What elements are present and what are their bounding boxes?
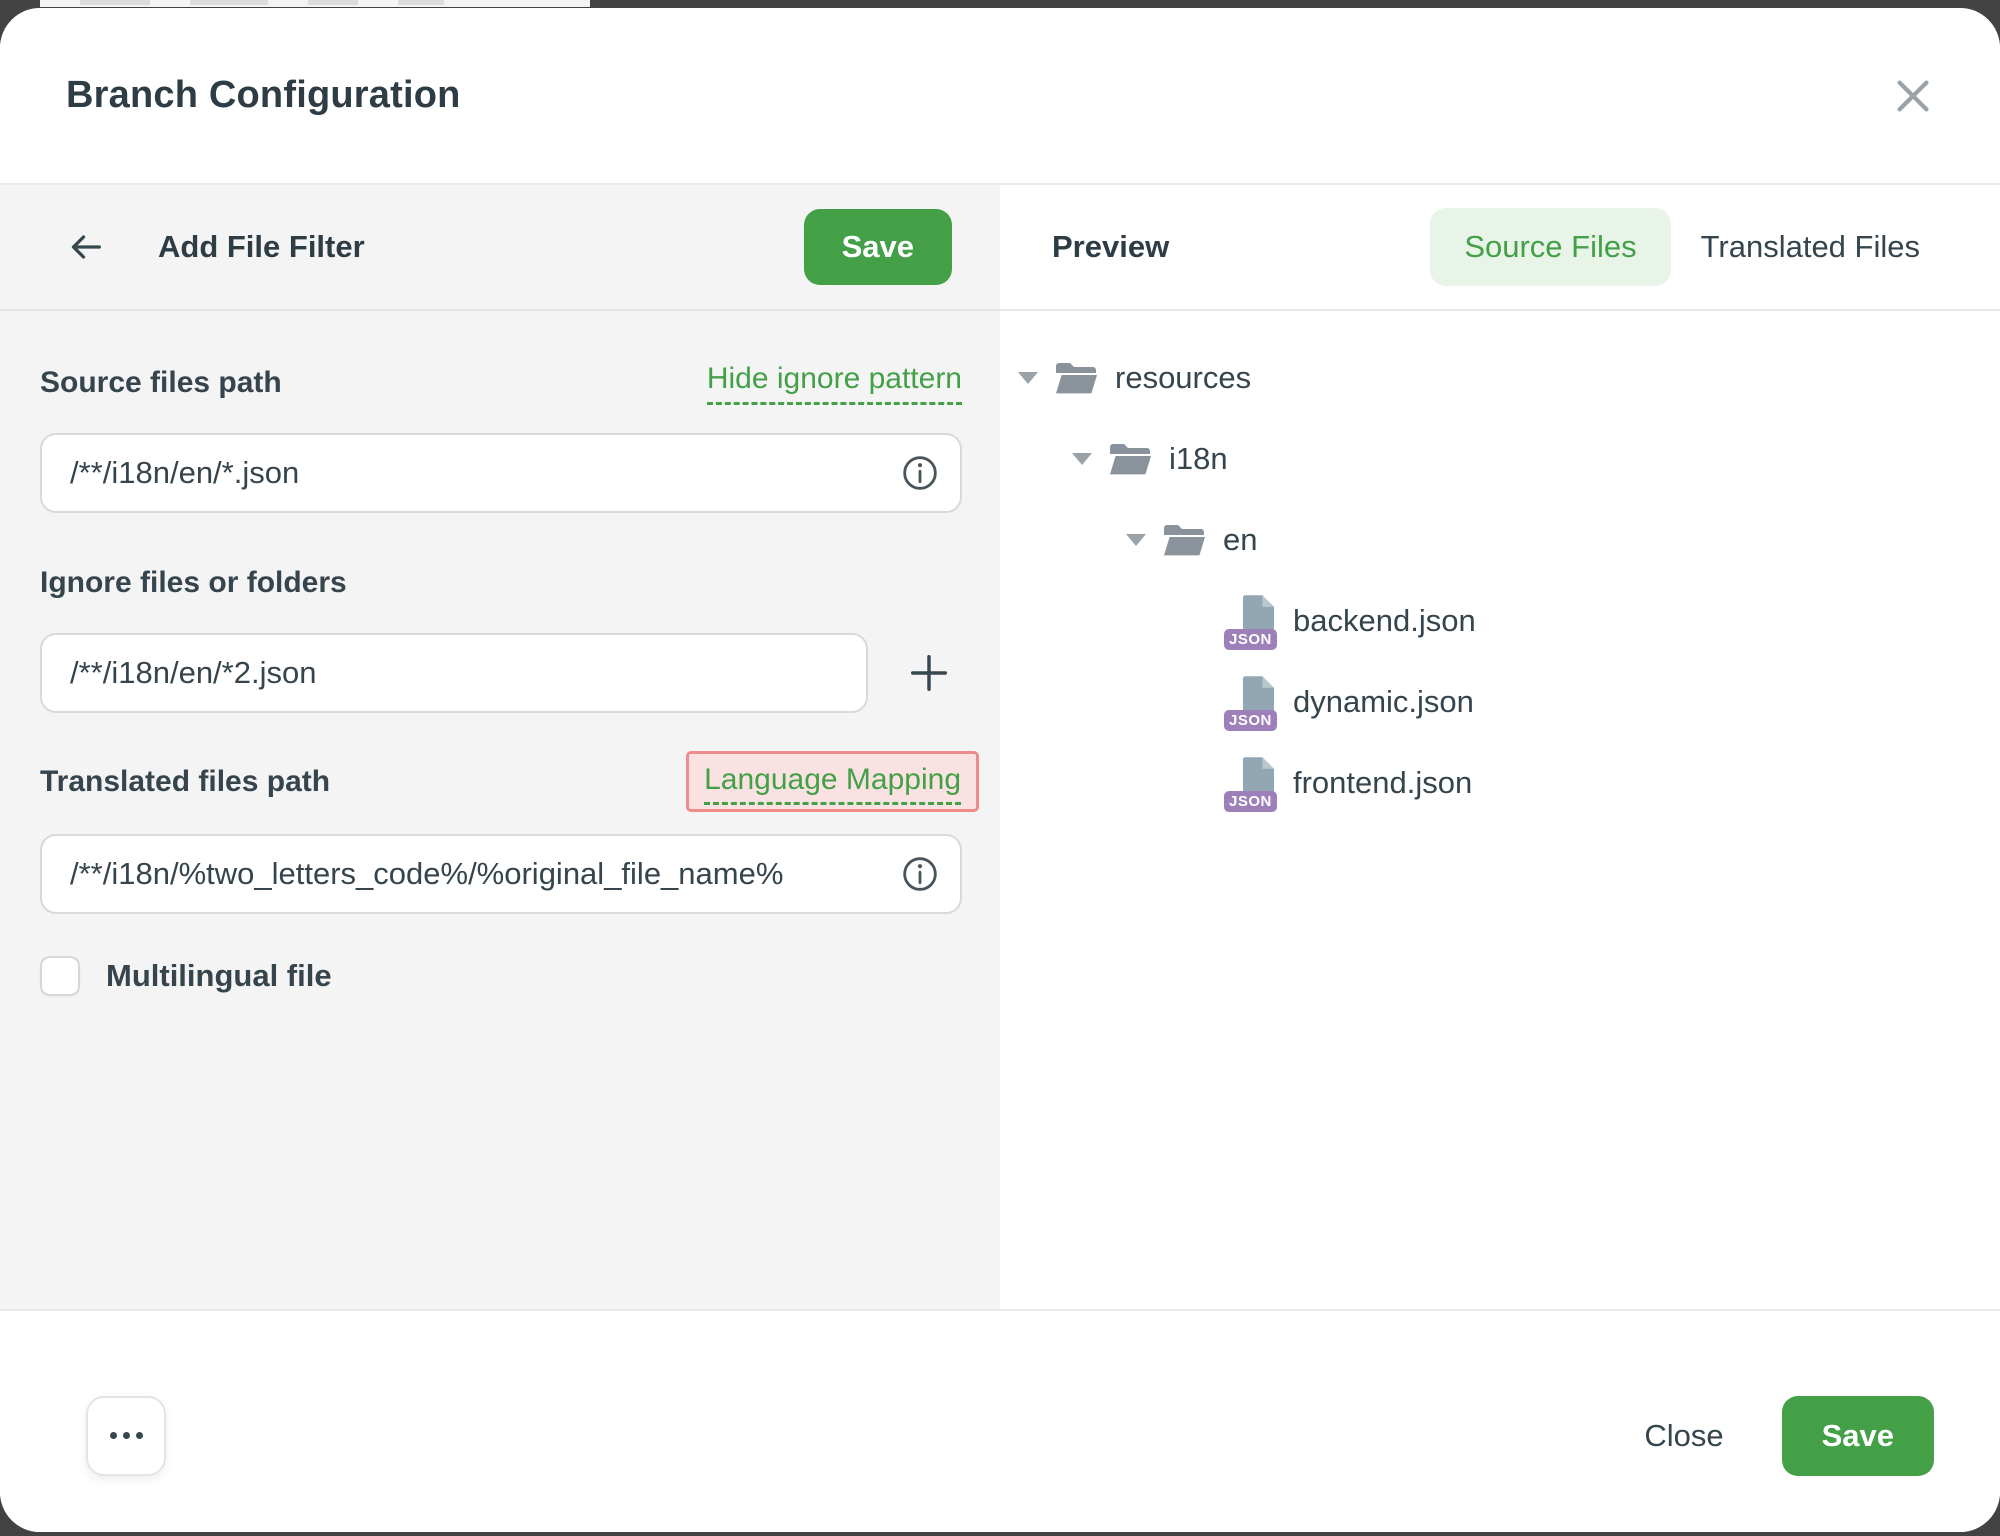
tree-item-backend-json[interactable]: JSON backend.json: [1000, 580, 2000, 661]
source-files-path-input[interactable]: [40, 433, 962, 513]
translated-files-path-input[interactable]: [40, 834, 962, 914]
json-file-icon: JSON: [1232, 757, 1276, 809]
hide-ignore-pattern-link[interactable]: Hide ignore pattern: [707, 362, 962, 405]
preview-header: Preview Source Files Translated Files: [1000, 185, 2000, 311]
tree-item-label: en: [1223, 522, 1257, 558]
folder-open-icon: [1055, 361, 1097, 395]
save-filter-button[interactable]: Save: [804, 209, 952, 285]
multilingual-file-row[interactable]: Multilingual file: [40, 956, 962, 996]
ellipsis-icon: [123, 1432, 130, 1439]
json-badge: JSON: [1224, 629, 1277, 650]
file-filter-form: Source files path Hide ignore pattern: [0, 311, 1000, 996]
modal-title: Branch Configuration: [66, 74, 461, 117]
json-badge: JSON: [1224, 791, 1277, 812]
caret-down-icon[interactable]: [1126, 534, 1146, 546]
peek-fragment: [398, 0, 444, 5]
close-icon[interactable]: [1884, 67, 1942, 125]
modal-title-bar: Branch Configuration: [0, 8, 2000, 185]
language-mapping-highlight: Language Mapping: [686, 751, 979, 812]
back-arrow-icon[interactable]: [66, 227, 106, 267]
multilingual-file-label: Multilingual file: [106, 958, 332, 994]
caret-down-icon[interactable]: [1072, 453, 1092, 465]
file-tree: resources i18n en JSON backend.json JSON dynam…: [1000, 311, 2000, 823]
modal-main: Add File Filter Save Source files path H…: [0, 185, 2000, 1309]
tree-item-label: dynamic.json: [1293, 684, 1474, 720]
peek-fragment: [80, 0, 150, 5]
close-button[interactable]: Close: [1644, 1418, 1723, 1454]
ignore-pattern-input[interactable]: [40, 633, 868, 713]
preview-tabs: Source Files Translated Files: [1430, 208, 1920, 286]
file-filter-header: Add File Filter Save: [0, 185, 1000, 311]
json-badge: JSON: [1224, 710, 1277, 731]
info-icon[interactable]: [900, 453, 940, 493]
file-filter-panel: Add File Filter Save Source files path H…: [0, 185, 1000, 1309]
tree-item-i18n[interactable]: i18n: [1000, 418, 2000, 499]
tree-item-frontend-json[interactable]: JSON frontend.json: [1000, 742, 2000, 823]
peek-fragment: [308, 0, 358, 5]
tree-item-label: resources: [1115, 360, 1251, 396]
tree-item-label: i18n: [1169, 441, 1228, 477]
branch-configuration-modal: Branch Configuration Add File Filter Sav…: [0, 8, 2000, 1532]
modal-footer: Close Save: [0, 1309, 2000, 1532]
ignore-files-field: Ignore files or folders: [40, 555, 962, 713]
tree-item-label: frontend.json: [1293, 765, 1472, 801]
tree-item-en[interactable]: en: [1000, 499, 2000, 580]
folder-open-icon: [1163, 523, 1205, 557]
preview-panel: Preview Source Files Translated Files re…: [1000, 185, 2000, 1309]
add-ignore-pattern-button[interactable]: [900, 644, 958, 702]
ellipsis-icon: [110, 1432, 117, 1439]
tree-item-dynamic-json[interactable]: JSON dynamic.json: [1000, 661, 2000, 742]
panel-title: Add File Filter: [158, 229, 365, 265]
peek-fragment: [190, 0, 268, 5]
multilingual-file-checkbox[interactable]: [40, 956, 80, 996]
save-button[interactable]: Save: [1782, 1396, 1934, 1476]
folder-open-icon: [1109, 442, 1151, 476]
info-icon[interactable]: [900, 854, 940, 894]
language-mapping-link[interactable]: Language Mapping: [704, 763, 961, 805]
more-options-button[interactable]: [86, 1396, 166, 1476]
preview-title: Preview: [1052, 229, 1169, 265]
ignore-files-label: Ignore files or folders: [40, 566, 347, 600]
caret-down-icon[interactable]: [1018, 372, 1038, 384]
source-files-path-label: Source files path: [40, 366, 282, 400]
tree-item-label: backend.json: [1293, 603, 1476, 639]
json-file-icon: JSON: [1232, 676, 1276, 728]
tree-item-resources[interactable]: resources: [1000, 337, 2000, 418]
tab-source-files[interactable]: Source Files: [1430, 208, 1670, 286]
translated-files-field: Translated files path Language Mapping: [40, 751, 962, 914]
tab-translated-files[interactable]: Translated Files: [1701, 208, 1920, 286]
background-page-peek: [40, 0, 590, 7]
ellipsis-icon: [136, 1432, 143, 1439]
source-files-field: Source files path Hide ignore pattern: [40, 355, 962, 513]
translated-files-path-label: Translated files path: [40, 765, 330, 799]
json-file-icon: JSON: [1232, 595, 1276, 647]
